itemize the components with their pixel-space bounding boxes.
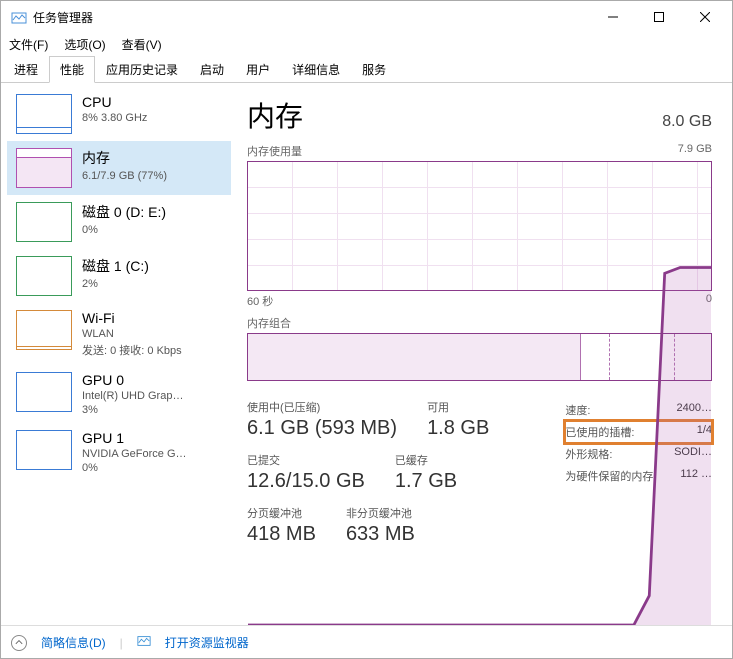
chevron-down-icon[interactable]: [11, 635, 27, 651]
sidebar-item-sub: 8% 3.80 GHz: [82, 112, 147, 124]
open-resmon-link[interactable]: 打开资源监视器: [165, 634, 249, 651]
menu-view[interactable]: 查看(V): [122, 36, 162, 53]
sidebar-item-title: GPU 0: [82, 372, 183, 388]
sidebar-item-title: Wi-Fi: [82, 310, 182, 326]
tab-bar: 进程性能应用历史记录启动用户详细信息服务: [1, 55, 732, 83]
sidebar-thumb-icon: [16, 148, 72, 188]
chart-label: 内存使用量: [247, 143, 302, 159]
sidebar-item-wifi-4[interactable]: Wi-Fi WLAN 发送: 0 接收: 0 Kbps: [7, 303, 231, 365]
memory-usage-chart: [247, 161, 712, 291]
sidebar-thumb-icon: [16, 202, 72, 242]
main-panel: 内存 8.0 GB 内存使用量 7.9 GB 60 秒 0 内存组合: [231, 83, 732, 625]
sidebar-item-title: 内存: [82, 148, 167, 168]
sidebar-thumb-icon: [16, 372, 72, 412]
sidebar-item-disk-3[interactable]: 磁盘 1 (C:) 2%: [7, 249, 231, 303]
tab-0[interactable]: 进程: [3, 56, 49, 83]
sidebar-item-sub: 0%: [82, 224, 166, 236]
sidebar-item-sub: 2%: [82, 278, 149, 290]
tab-5[interactable]: 详细信息: [281, 56, 351, 83]
sidebar-item-sub: 6.1/7.9 GB (77%): [82, 170, 167, 182]
sidebar-thumb-icon: [16, 430, 72, 470]
sidebar-item-sub: Intel(R) UHD Grap…: [82, 390, 183, 402]
sidebar-thumb-icon: [16, 94, 72, 134]
menu-options[interactable]: 选项(O): [64, 36, 105, 53]
sidebar-item-sub2: 发送: 0 接收: 0 Kbps: [82, 342, 182, 358]
app-icon: [11, 9, 27, 25]
window-title: 任务管理器: [33, 9, 590, 26]
sidebar-thumb-icon: [16, 310, 72, 350]
maximize-button[interactable]: [636, 1, 682, 33]
menu-file[interactable]: 文件(F): [9, 36, 48, 53]
tab-2[interactable]: 应用历史记录: [95, 56, 189, 83]
sidebar-item-title: GPU 1: [82, 430, 187, 446]
monitor-icon: [137, 634, 151, 651]
sidebar-item-title: CPU: [82, 94, 147, 110]
chart-max: 7.9 GB: [678, 143, 712, 159]
page-title: 内存: [247, 95, 303, 135]
sidebar-item-gpu-5[interactable]: GPU 0 Intel(R) UHD Grap… 3%: [7, 365, 231, 423]
sidebar-item-sub2: 3%: [82, 404, 183, 416]
title-bar: 任务管理器: [1, 1, 732, 33]
sidebar-item-sub: WLAN: [82, 328, 182, 340]
sidebar-thumb-icon: [16, 256, 72, 296]
sidebar-item-sub: NVIDIA GeForce G…: [82, 448, 187, 460]
sidebar-item-mem-1[interactable]: 内存 6.1/7.9 GB (77%): [7, 141, 231, 195]
brief-info-link[interactable]: 简略信息(D): [41, 634, 106, 651]
sidebar-item-title: 磁盘 0 (D: E:): [82, 202, 166, 222]
close-button[interactable]: [682, 1, 728, 33]
sidebar: CPU 8% 3.80 GHz 内存 6.1/7.9 GB (77%) 磁盘 0 (D:…: [1, 83, 231, 625]
memory-composition-chart: [247, 333, 712, 381]
minimize-button[interactable]: [590, 1, 636, 33]
sidebar-item-gpu-6[interactable]: GPU 1 NVIDIA GeForce G… 0%: [7, 423, 231, 481]
tab-4[interactable]: 用户: [235, 56, 281, 83]
sidebar-item-title: 磁盘 1 (C:): [82, 256, 149, 276]
sidebar-item-cpu-0[interactable]: CPU 8% 3.80 GHz: [7, 87, 231, 141]
footer: 简略信息(D) | 打开资源监视器: [1, 625, 732, 659]
memory-capacity: 8.0 GB: [662, 113, 712, 131]
tab-3[interactable]: 启动: [189, 56, 235, 83]
sidebar-item-disk-2[interactable]: 磁盘 0 (D: E:) 0%: [7, 195, 231, 249]
tab-1[interactable]: 性能: [49, 56, 95, 83]
tab-6[interactable]: 服务: [351, 56, 397, 83]
sidebar-item-sub2: 0%: [82, 462, 187, 474]
menu-bar: 文件(F) 选项(O) 查看(V): [1, 33, 732, 55]
